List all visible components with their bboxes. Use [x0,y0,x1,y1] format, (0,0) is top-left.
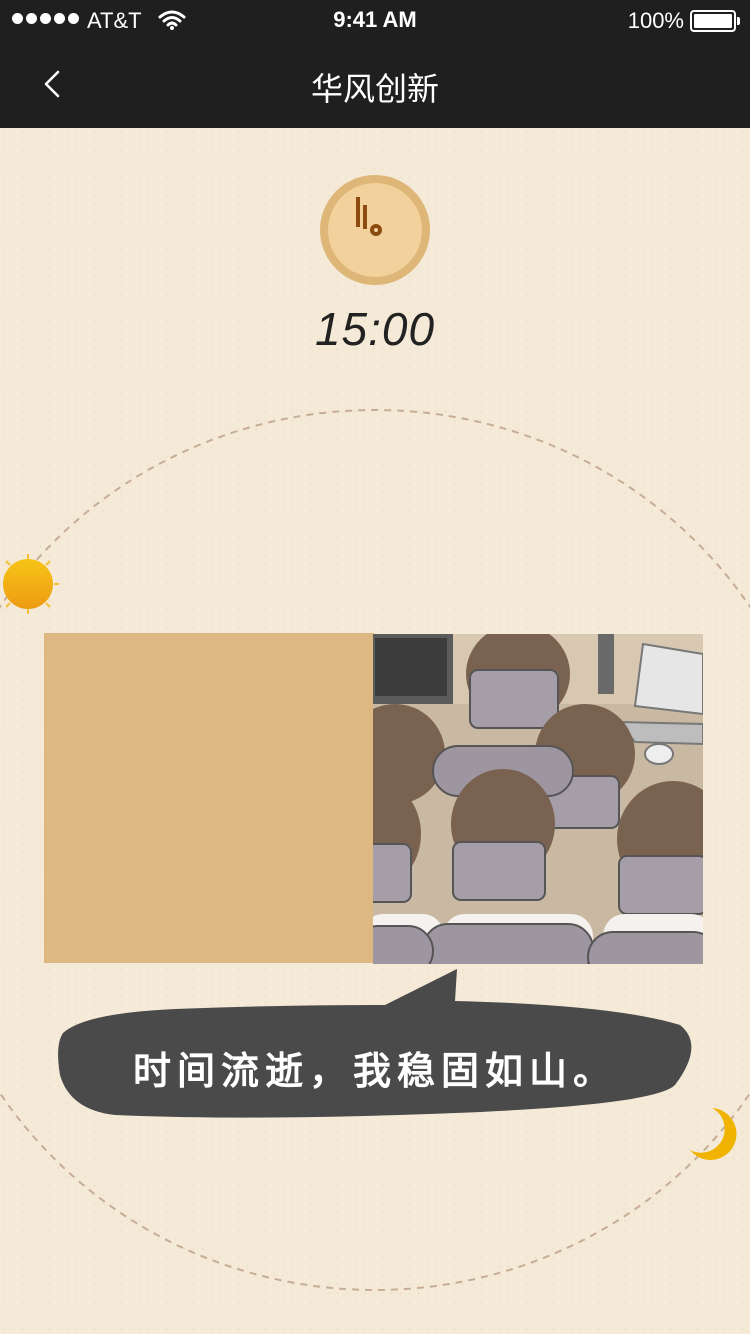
top-bar: AT&T 9:41 AM 100% 华风创新 [0,0,750,128]
battery-percent: 100% [627,8,684,33]
speech-caption: 时间流逝，我稳固如山。 [132,1051,617,1093]
clock-time: 15:00 [314,303,436,355]
office-illustration [373,634,703,964]
sun-icon [3,554,59,614]
image-placeholder [44,633,374,963]
status-bar: AT&T 9:41 AM 100% [0,0,750,40]
clock-badge [320,175,430,285]
page-title: 华风创新 [310,71,439,107]
navigation-bar: 华风创新 [0,40,750,128]
battery-icon [690,10,740,32]
clock-hands-icon [356,197,382,236]
